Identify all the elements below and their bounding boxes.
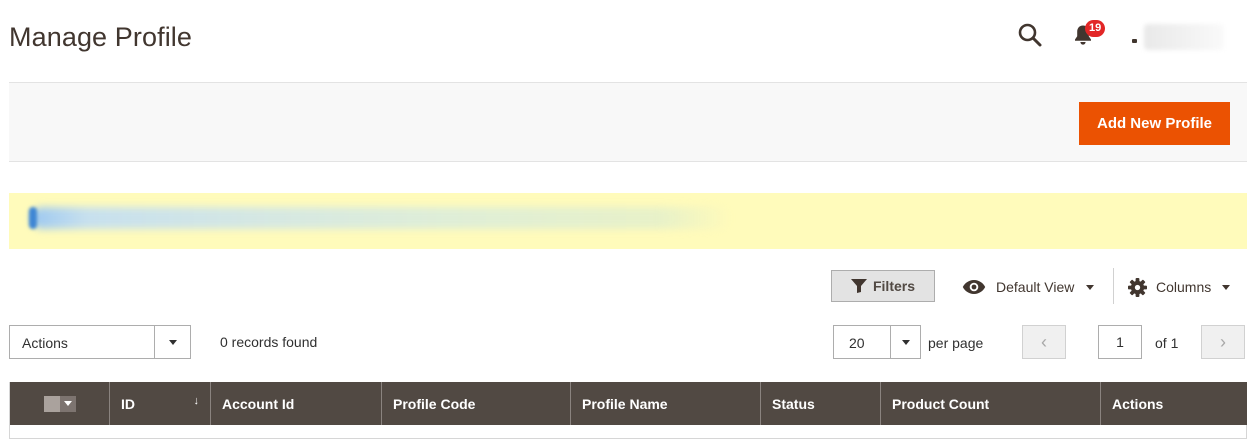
column-header-label: Status: [772, 395, 815, 412]
column-header-label: Profile Name: [582, 395, 668, 412]
search-icon[interactable]: [1017, 22, 1043, 48]
notifications-button[interactable]: 19: [1073, 20, 1113, 48]
filters-label: Filters: [872, 278, 915, 294]
column-header-id[interactable]: ID ↓: [110, 382, 211, 425]
default-view-label: Default View: [996, 279, 1075, 295]
mass-actions-select[interactable]: Actions: [9, 325, 191, 359]
notifications-count-badge: 19: [1085, 20, 1106, 37]
column-header-product-count[interactable]: Product Count: [881, 382, 1101, 425]
add-new-profile-button[interactable]: Add New Profile: [1078, 102, 1230, 145]
header-actions: 19: [987, 0, 1247, 80]
column-header-status[interactable]: Status: [761, 382, 881, 425]
total-pages-label: of 1: [1155, 335, 1179, 351]
mass-select-toggle[interactable]: [59, 395, 76, 412]
mass-actions-toggle[interactable]: [154, 326, 190, 358]
columns-dropdown[interactable]: Columns: [1128, 276, 1231, 298]
grid-header-row: ID ↓ Account Id Profile Code Profile Nam…: [10, 382, 1247, 425]
per-page-value: 20: [849, 335, 865, 351]
system-message-bar: [9, 193, 1247, 249]
column-header-label: ID: [121, 395, 135, 412]
next-page-button[interactable]: ›: [1201, 325, 1245, 359]
per-page-select[interactable]: 20: [833, 325, 921, 359]
chevron-down-icon: [63, 401, 72, 406]
chevron-left-icon: ‹: [1041, 331, 1047, 352]
column-header-account-id[interactable]: Account Id: [211, 382, 382, 425]
current-page-input[interactable]: [1098, 325, 1142, 359]
mass-select-header[interactable]: [10, 382, 110, 425]
message-link-redacted[interactable]: [29, 207, 37, 229]
user-name-redacted: [1144, 24, 1224, 50]
per-page-label: per page: [928, 335, 984, 351]
records-found-count: 0 records found: [220, 334, 318, 350]
column-header-label: Profile Code: [393, 395, 476, 412]
column-header-actions: Actions: [1101, 382, 1247, 425]
user-account-menu[interactable]: [1132, 22, 1227, 52]
chevron-right-icon: ›: [1220, 331, 1226, 352]
filter-icon: [850, 279, 867, 293]
mass-actions-label: Actions: [22, 335, 68, 351]
sort-arrow-icon: ↓: [193, 395, 200, 407]
user-icon: [1132, 39, 1137, 43]
column-header-label: Account Id: [222, 395, 295, 412]
page-title: Manage Profile: [9, 22, 193, 52]
chevron-down-icon: [901, 339, 910, 345]
column-header-profile-code[interactable]: Profile Code: [382, 382, 571, 425]
previous-page-button[interactable]: ‹: [1022, 325, 1066, 359]
grid-toolbar-top: Filters Default View Columns: [0, 268, 1247, 306]
default-view-dropdown[interactable]: Default View: [962, 276, 1095, 298]
column-header-label: Actions: [1112, 395, 1164, 412]
toolbar-divider: [1113, 268, 1114, 304]
column-header-label: Product Count: [892, 395, 990, 412]
chevron-down-icon: [1086, 284, 1095, 290]
filters-button[interactable]: Filters: [831, 270, 935, 302]
chevron-down-icon: [168, 339, 177, 345]
per-page-toggle[interactable]: [890, 326, 920, 358]
message-text-redacted: [31, 207, 731, 229]
profile-grid: ID ↓ Account Id Profile Code Profile Nam…: [9, 382, 1247, 439]
grid-toolbar-bottom: Actions 0 records found 20 per page ‹ of…: [0, 325, 1247, 363]
mass-select-checkbox[interactable]: [43, 395, 76, 412]
page-actions-bar: Add New Profile: [9, 82, 1247, 162]
gear-icon: [1128, 277, 1147, 297]
eye-icon: [962, 280, 986, 294]
column-header-profile-name[interactable]: Profile Name: [571, 382, 761, 425]
chevron-down-icon: [1222, 284, 1231, 290]
columns-label: Columns: [1156, 279, 1212, 295]
